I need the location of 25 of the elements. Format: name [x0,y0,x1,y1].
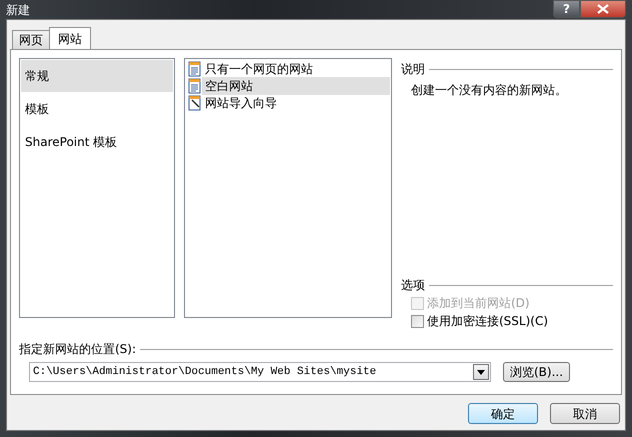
close-button[interactable] [580,0,626,18]
category-item[interactable]: 模板 [21,93,173,125]
dropdown-button[interactable] [473,364,489,380]
tab[interactable]: 网站 [49,27,91,49]
close-icon [597,4,609,14]
template-item[interactable]: 空白网站 [202,76,390,94]
location-combobox[interactable]: C:\Users\Administrator\Documents\My Web Sites\mysite [29,362,491,382]
section-heading: 选项 [401,277,425,294]
caret-icon [477,370,485,374]
location-label: 指定新网站的位置(S): [19,341,136,358]
category-item[interactable]: SharePoint 模板 [21,126,173,158]
dialog-button[interactable]: 确定 [468,403,538,424]
checkbox-label: 使用加密连接(SSL)(C) [427,313,548,330]
section-heading: 说明 [401,61,425,78]
checkbox[interactable] [411,314,424,328]
category-item[interactable]: 常规 [21,60,173,92]
template-item[interactable]: 只有一个网页的网站 [202,60,390,78]
checkbox-label: 添加到当前网站(D) [427,295,530,312]
description-text: 创建一个没有内容的新网站。 [410,82,568,99]
help-button[interactable]: ? [553,0,580,18]
window-title: 新建 [6,2,30,18]
browse-button[interactable]: 浏览(B)... [503,362,570,382]
tab[interactable]: 网页 [12,30,50,49]
template-item[interactable]: 网站导入向导 [202,94,390,112]
dialog-button[interactable]: 取消 [550,403,620,424]
